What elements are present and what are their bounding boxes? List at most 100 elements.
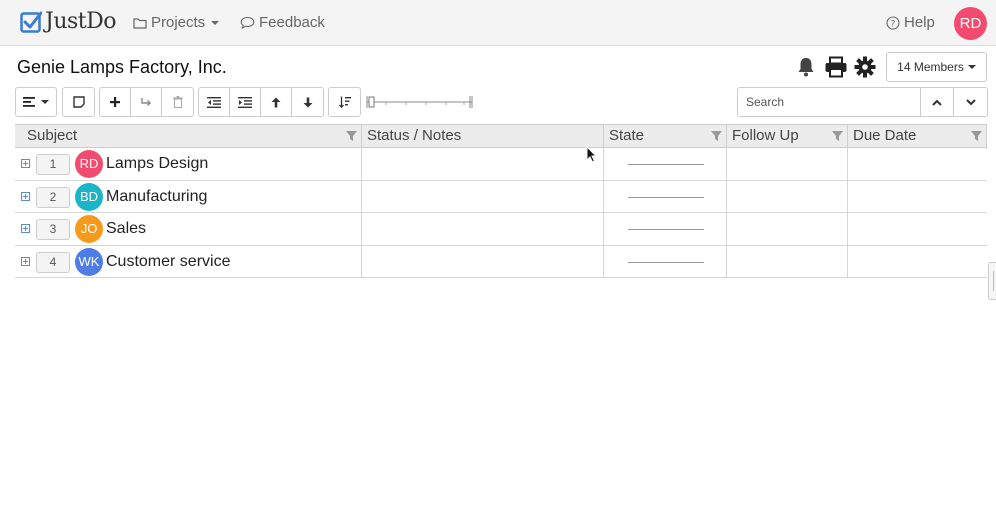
feedback-link[interactable]: Feedback xyxy=(240,14,325,31)
projects-menu[interactable]: Projects xyxy=(133,14,220,31)
due-date-cell[interactable] xyxy=(848,181,987,213)
task-grid: Subject Status / Notes State Follow Up D… xyxy=(15,124,987,278)
task-seq-badge: 3 xyxy=(36,219,70,240)
sort-icon xyxy=(338,96,351,108)
subject-cell[interactable]: 1 RD Lamps Design xyxy=(15,148,362,180)
align-left-icon xyxy=(23,97,35,107)
table-row[interactable]: 3 JO Sales xyxy=(15,213,987,246)
help-label: Help xyxy=(904,14,935,31)
gear-icon[interactable] xyxy=(854,56,876,78)
follow-up-cell[interactable] xyxy=(727,180,848,212)
tree-actions-group xyxy=(198,87,324,117)
owner-avatar[interactable]: WK xyxy=(75,247,103,276)
follow-up-cell[interactable] xyxy=(727,213,848,245)
chevron-down-icon xyxy=(967,65,976,69)
state-placeholder xyxy=(628,261,704,263)
state-cell[interactable] xyxy=(604,213,727,245)
table-row[interactable]: 1 RD Lamps Design xyxy=(15,148,987,181)
top-navbar: JustDo Projects Feedback ? Help RD xyxy=(0,0,996,46)
mouse-cursor-icon xyxy=(586,146,597,163)
outdent-button[interactable] xyxy=(199,88,230,116)
brand-name: JustDo xyxy=(45,9,117,34)
feedback-label: Feedback xyxy=(259,14,325,31)
state-placeholder xyxy=(628,196,704,198)
state-placeholder xyxy=(628,229,704,230)
chevron-down-icon xyxy=(41,100,49,104)
projects-label: Projects xyxy=(151,14,206,31)
add-note-button[interactable] xyxy=(62,87,95,117)
task-title[interactable]: Lamps Design xyxy=(106,155,208,173)
view-menu-button[interactable] xyxy=(15,87,57,117)
trash-icon xyxy=(172,96,183,108)
owner-avatar[interactable]: JO xyxy=(75,215,103,243)
task-title[interactable]: Manufacturing xyxy=(106,188,207,206)
bell-icon[interactable] xyxy=(796,56,816,78)
add-task-button[interactable] xyxy=(100,88,131,116)
column-header-follow-up[interactable]: Follow Up xyxy=(727,125,848,149)
move-up-button[interactable] xyxy=(261,88,292,116)
task-seq-badge: 4 xyxy=(36,251,70,273)
indent-icon xyxy=(238,96,252,108)
expand-icon[interactable] xyxy=(21,159,30,168)
due-date-cell[interactable] xyxy=(848,246,987,278)
indent-button[interactable] xyxy=(230,88,261,116)
arrow-down-icon xyxy=(303,97,312,107)
search-prev-button[interactable] xyxy=(921,88,954,116)
follow-up-cell[interactable] xyxy=(727,148,848,180)
filter-icon[interactable] xyxy=(832,131,843,141)
search-input[interactable] xyxy=(737,87,921,117)
state-cell[interactable] xyxy=(604,148,727,180)
members-label: 14 Members xyxy=(897,60,964,74)
status-notes-cell[interactable] xyxy=(362,213,604,245)
side-panel-handle[interactable] xyxy=(988,262,996,300)
redo-icon xyxy=(141,98,151,106)
filter-icon[interactable] xyxy=(971,131,982,141)
task-seq-badge: 1 xyxy=(36,154,70,175)
move-down-button[interactable] xyxy=(292,88,323,116)
table-row[interactable]: 4 WK Customer service xyxy=(15,245,987,278)
brand-logo[interactable]: JustDo xyxy=(20,9,117,34)
status-notes-cell[interactable] xyxy=(362,245,604,277)
user-avatar[interactable]: RD xyxy=(954,7,987,40)
column-header-status-notes[interactable]: Status / Notes xyxy=(362,125,604,149)
status-notes-cell[interactable] xyxy=(362,180,604,212)
grid-header: Subject Status / Notes State Follow Up D… xyxy=(15,124,987,149)
status-notes-cell[interactable] xyxy=(362,148,604,180)
page-title: Genie Lamps Factory, Inc. xyxy=(17,57,227,77)
due-date-cell[interactable] xyxy=(848,148,987,180)
search-navigation xyxy=(920,87,988,117)
subject-cell[interactable]: 2 BD Manufacturing xyxy=(15,180,362,212)
members-dropdown[interactable]: 14 Members xyxy=(886,52,987,82)
due-date-cell[interactable] xyxy=(848,213,987,245)
zoom-slider[interactable] xyxy=(366,93,474,111)
chevron-down-icon xyxy=(965,98,976,105)
expand-icon[interactable] xyxy=(21,224,30,233)
print-icon[interactable] xyxy=(824,56,848,78)
add-sibling-button[interactable] xyxy=(131,88,162,116)
column-header-due-date[interactable]: Due Date xyxy=(848,125,987,149)
expand-icon[interactable] xyxy=(21,256,30,266)
follow-up-cell[interactable] xyxy=(727,245,848,277)
sort-button[interactable] xyxy=(328,87,361,117)
owner-avatar[interactable]: RD xyxy=(75,150,103,178)
expand-icon[interactable] xyxy=(21,191,30,201)
delete-task-button[interactable] xyxy=(162,88,193,116)
state-cell[interactable] xyxy=(604,180,727,212)
help-link[interactable]: ? Help xyxy=(886,14,935,31)
subject-cell[interactable]: 4 WK Customer service xyxy=(15,245,362,277)
filter-icon[interactable] xyxy=(346,131,357,141)
task-title[interactable]: Sales xyxy=(106,220,146,238)
chevron-up-icon xyxy=(932,99,942,106)
owner-avatar[interactable]: BD xyxy=(75,182,103,211)
column-header-state[interactable]: State xyxy=(604,125,727,149)
state-cell[interactable] xyxy=(604,245,727,277)
table-row[interactable]: 2 BD Manufacturing xyxy=(15,180,987,213)
task-title[interactable]: Customer service xyxy=(106,253,230,271)
search-next-button[interactable] xyxy=(954,88,987,116)
subject-cell[interactable]: 3 JO Sales xyxy=(15,213,362,245)
check-logo-icon xyxy=(20,11,42,33)
column-header-subject[interactable]: Subject xyxy=(15,125,362,149)
note-icon xyxy=(72,96,85,108)
filter-icon[interactable] xyxy=(711,131,722,141)
help-circle-icon: ? xyxy=(886,15,900,30)
